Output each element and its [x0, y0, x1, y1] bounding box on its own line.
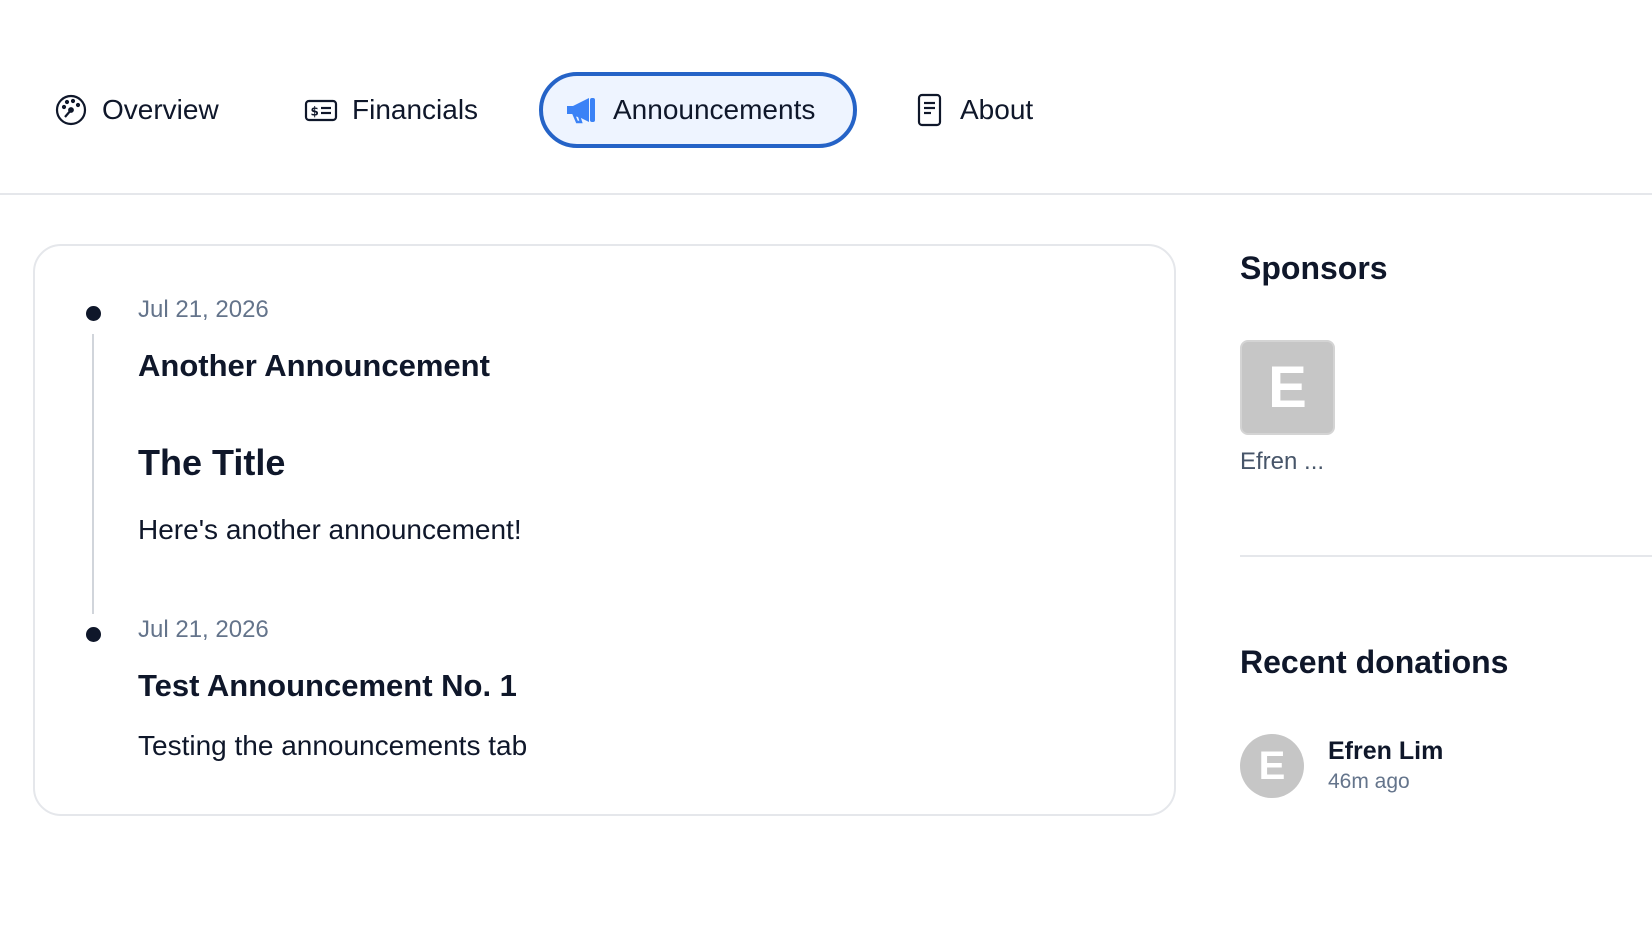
gauge-icon [54, 93, 88, 127]
tab-about[interactable]: About [912, 72, 1033, 148]
announcement-date: Jul 21, 2026 [138, 616, 269, 643]
timeline-dot [86, 627, 101, 642]
avatar-initial: E [1268, 355, 1307, 420]
timeline-dot [86, 306, 101, 321]
donor-name[interactable]: Efren Lim [1328, 737, 1443, 766]
megaphone-icon [565, 93, 599, 127]
money-bill-icon: $ [304, 93, 338, 127]
recent-donations-heading: Recent donations [1240, 644, 1509, 680]
tab-label: Financials [352, 94, 479, 125]
tab-label: Announcements [613, 94, 816, 125]
sidebar-divider [1240, 555, 1652, 557]
donor-avatar[interactable]: E [1240, 734, 1304, 798]
announcement-date: Jul 21, 2026 [138, 296, 269, 323]
avatar-initial: E [1258, 743, 1286, 788]
sponsor-avatar[interactable]: E [1240, 340, 1335, 435]
sponsor-name[interactable]: Efren ... [1240, 448, 1324, 476]
announcement-heading: The Title [138, 442, 286, 483]
tab-bar: Overview $ Financials Announcements Abou… [0, 0, 1652, 195]
timeline-line [92, 334, 94, 614]
announcement-title: Another Announcement [138, 348, 490, 383]
announcement-body: Here's another announcement! [138, 514, 522, 545]
tab-announcements[interactable]: Announcements [539, 72, 857, 148]
tab-financials[interactable]: $ Financials [304, 72, 478, 148]
announcement-body: Testing the announcements tab [138, 730, 528, 761]
sponsors-heading: Sponsors [1240, 250, 1388, 286]
document-icon [912, 93, 946, 127]
tab-label: About [960, 94, 1034, 125]
svg-text:$: $ [311, 105, 319, 119]
donation-time: 46m ago [1328, 770, 1410, 793]
tab-label: Overview [102, 94, 219, 125]
tab-overview[interactable]: Overview [54, 72, 219, 148]
announcement-title: Test Announcement No. 1 [138, 668, 517, 703]
